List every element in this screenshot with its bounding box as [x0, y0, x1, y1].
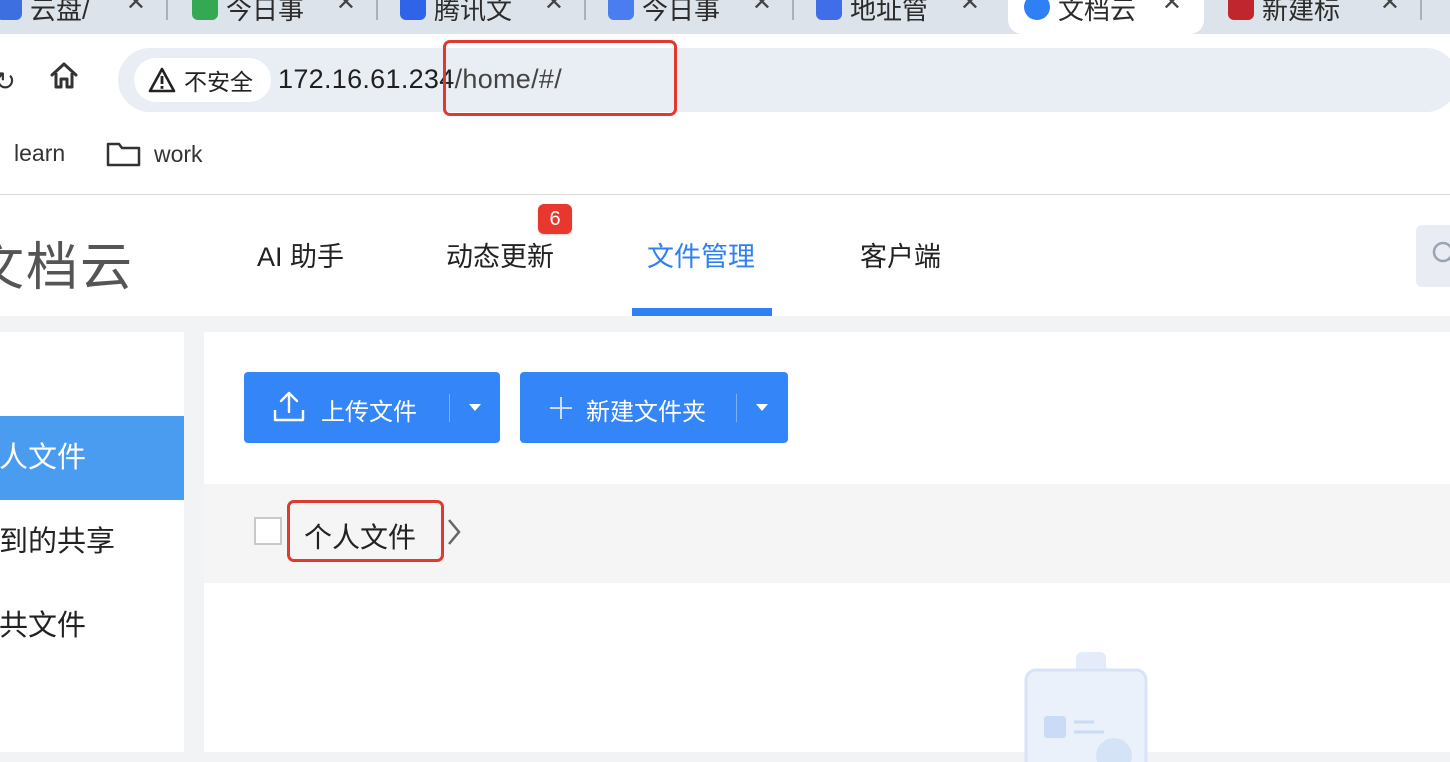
- tab-favicon: [816, 0, 842, 20]
- tab-favicon: [608, 0, 634, 20]
- warning-icon: [148, 67, 176, 93]
- browser-tab[interactable]: 今日事 ✕: [592, 0, 794, 34]
- close-icon[interactable]: ✕: [1380, 0, 1400, 17]
- upload-file-button[interactable]: 上传文件: [244, 372, 500, 443]
- bookmark-work[interactable]: work: [106, 140, 203, 168]
- new-folder-button-label: 新建文件夹: [586, 399, 706, 426]
- search-input[interactable]: [1416, 225, 1450, 287]
- button-divider: [736, 394, 737, 422]
- tab-separator: [376, 0, 378, 20]
- close-icon[interactable]: ✕: [544, 0, 564, 17]
- app-logo[interactable]: 文档云: [0, 225, 134, 300]
- reload-icon[interactable]: ↻: [0, 66, 16, 97]
- nav-client[interactable]: 客户端: [860, 235, 941, 274]
- tab-title: 今日事: [642, 0, 721, 25]
- tab-favicon: [400, 0, 426, 20]
- nav-updates[interactable]: 动态更新: [446, 235, 554, 274]
- bookmark-learn[interactable]: learn: [14, 140, 65, 167]
- close-icon[interactable]: ✕: [336, 0, 356, 17]
- tab-favicon: [192, 0, 218, 20]
- browser-tab[interactable]: 新建标 ✕: [1212, 0, 1422, 34]
- url-path-highlight: [443, 40, 677, 116]
- empty-state-illustration: [1024, 652, 1148, 762]
- sidebar-item-label: 公共文件: [0, 610, 87, 642]
- address-bar[interactable]: 不安全 172.16.61.234/home/#/: [118, 48, 1450, 112]
- chevron-down-icon[interactable]: [756, 404, 768, 411]
- tab-title: 腾讯文: [434, 0, 513, 25]
- tab-favicon: [1024, 0, 1050, 20]
- sidebar: 个人文件 收到的共享 公共文件: [0, 332, 184, 752]
- tab-favicon: [1228, 0, 1254, 20]
- browser-tab[interactable]: 地址管 ✕: [800, 0, 1002, 34]
- sidebar-item-label: 个人文件: [0, 442, 87, 474]
- sidebar-item-received-shares[interactable]: 收到的共享: [0, 500, 184, 584]
- sidebar-item-personal-files[interactable]: 个人文件: [0, 416, 184, 500]
- bookmarks-bar: learn work: [0, 126, 1450, 195]
- url-host: 172.16.61.234: [278, 64, 455, 94]
- sidebar-item-public-files[interactable]: 公共文件: [0, 584, 184, 668]
- new-folder-button[interactable]: 新建文件夹: [520, 372, 788, 443]
- notification-badge: 6: [538, 204, 572, 234]
- nav-ai-assistant[interactable]: AI 助手: [257, 235, 344, 274]
- security-indicator[interactable]: 不安全: [134, 58, 271, 102]
- chevron-right-icon: [448, 519, 461, 545]
- tab-title: 今日事: [226, 0, 305, 25]
- tab-separator: [792, 0, 794, 20]
- upload-button-label: 上传文件: [321, 399, 417, 426]
- browser-tab[interactable]: 云盘/ ✕: [0, 0, 168, 34]
- browser-tab-strip: 云盘/ ✕ 今日事 ✕ 腾讯文 ✕ 今日事 ✕ 地址管 ✕ 文档云 ✕ 新建标 …: [0, 0, 1450, 34]
- security-label: 不安全: [184, 69, 253, 95]
- app-header: 文档云 AI 助手 动态更新 6 文件管理 客户端: [0, 195, 1450, 316]
- close-icon[interactable]: ✕: [960, 0, 980, 17]
- select-all-checkbox[interactable]: [254, 517, 282, 545]
- tab-separator: [1420, 0, 1422, 20]
- close-icon[interactable]: ✕: [126, 0, 146, 17]
- close-icon[interactable]: ✕: [752, 0, 772, 17]
- folder-icon: [106, 142, 141, 167]
- close-icon[interactable]: ✕: [1162, 0, 1182, 17]
- upload-icon: [273, 391, 305, 422]
- plus-icon: [550, 397, 572, 419]
- tab-title: 地址管: [850, 0, 929, 25]
- search-icon: [1432, 241, 1450, 263]
- tab-separator: [166, 0, 168, 20]
- tab-separator: [584, 0, 586, 20]
- active-nav-indicator: [632, 308, 772, 316]
- bookmark-label: learn: [14, 140, 66, 166]
- browser-tab-active[interactable]: 文档云 ✕: [1008, 0, 1204, 34]
- sidebar-item-label: 收到的共享: [0, 526, 116, 558]
- tab-title: 文档云: [1058, 0, 1137, 25]
- bookmark-label: work: [154, 140, 203, 167]
- breadcrumb-highlight: [287, 500, 444, 562]
- browser-tab[interactable]: 今日事 ✕: [176, 0, 378, 34]
- tab-title: 新建标: [1262, 0, 1341, 25]
- home-icon[interactable]: [48, 60, 80, 92]
- chevron-down-icon[interactable]: [469, 404, 481, 411]
- browser-tab[interactable]: 腾讯文 ✕: [384, 0, 586, 34]
- tab-favicon: [0, 0, 22, 20]
- button-divider: [449, 394, 450, 422]
- browser-toolbar: ↻ 不安全 172.16.61.234/home/#/: [0, 34, 1450, 126]
- tab-title: 云盘/: [30, 0, 90, 25]
- nav-file-management[interactable]: 文件管理: [647, 235, 755, 274]
